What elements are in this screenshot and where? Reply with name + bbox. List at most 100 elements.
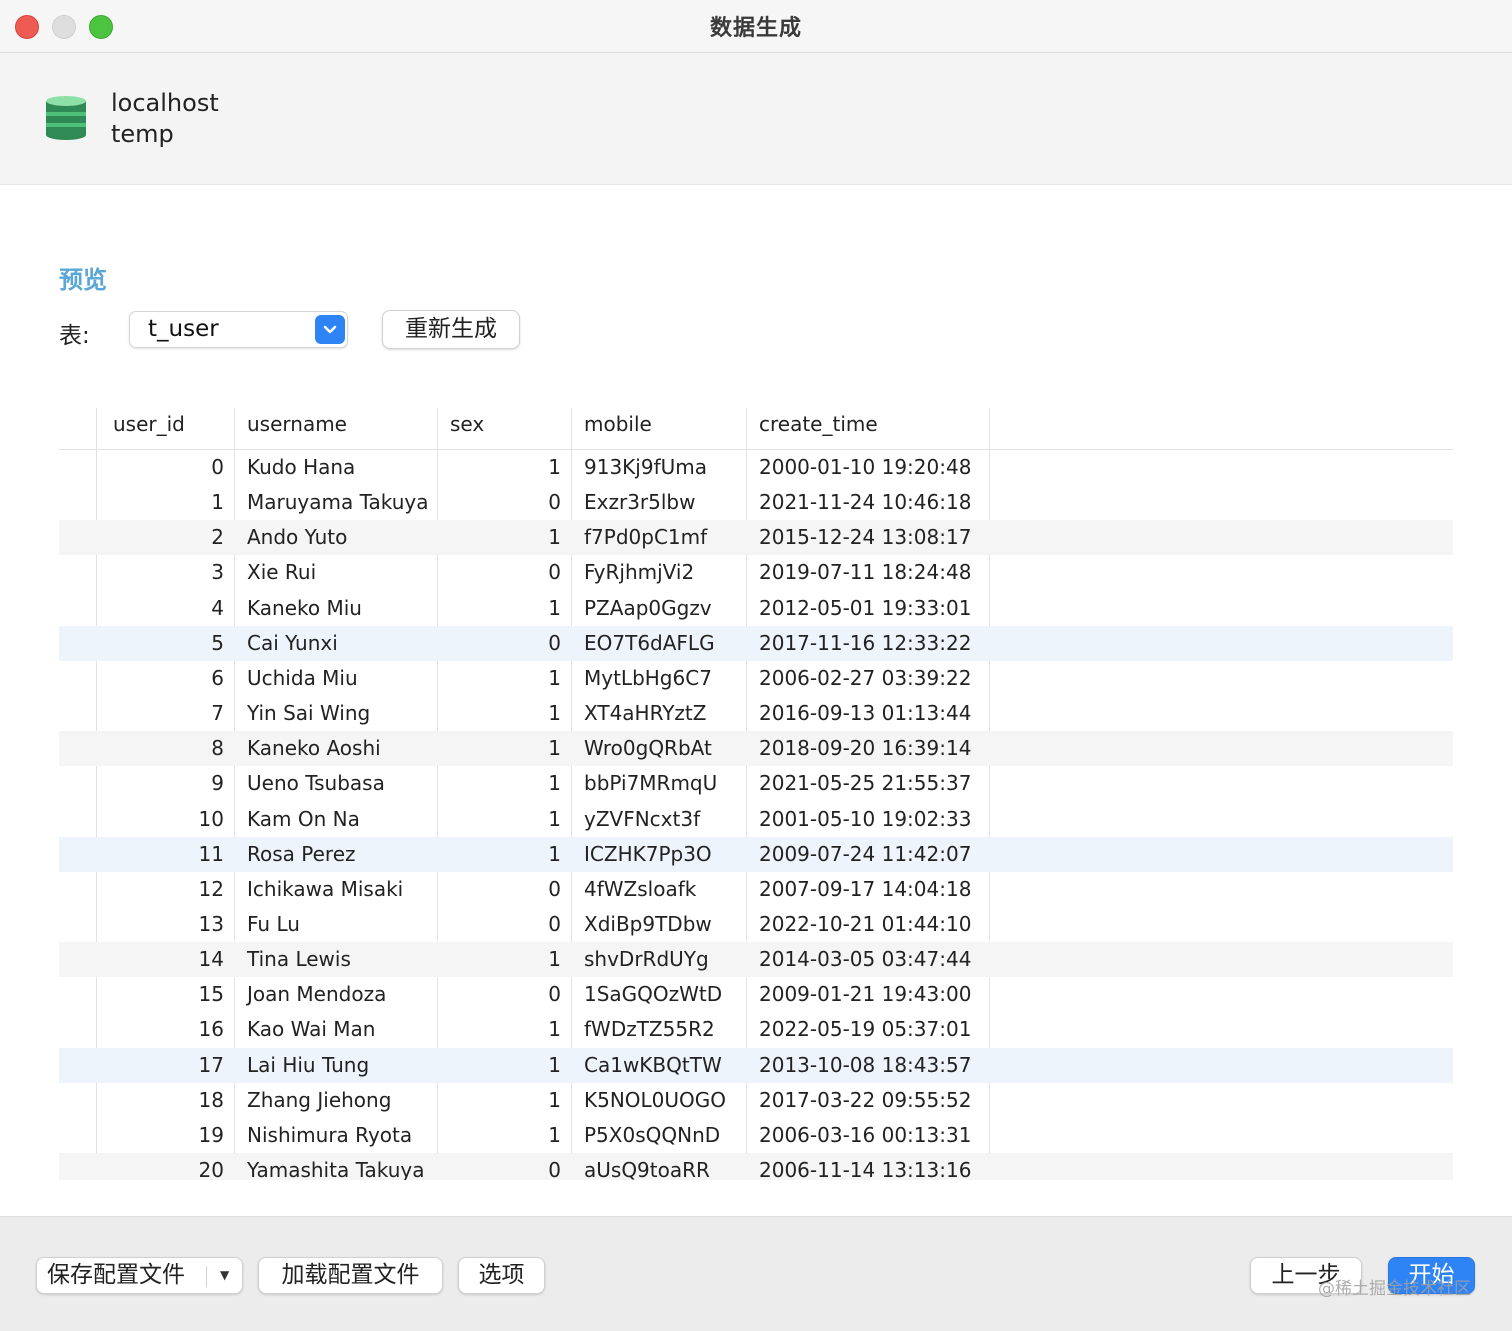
cell-user-id: 12 — [198, 876, 224, 901]
table-row[interactable]: 20 Yamashita Takuya 0 aUsQ9toaRR 2006-11-14 … — [59, 1153, 1453, 1180]
cell-create-time: 2007-09-17 14:04:18 — [759, 876, 972, 901]
cell-user-id: 5 — [211, 630, 224, 655]
database-icon — [45, 95, 87, 145]
table-select-value: t_user — [148, 316, 219, 342]
cell-sex: 1 — [548, 771, 561, 796]
cell-sex: 1 — [548, 701, 561, 726]
table-row[interactable]: 0 Kudo Hana 1 913Kj9fUma 2000-01-10 19:20:48 — [59, 450, 1453, 485]
cell-user-id: 3 — [211, 560, 224, 585]
cell-sex: 0 — [548, 982, 561, 1007]
cell-create-time: 2021-05-25 21:55:37 — [759, 771, 972, 796]
table-row[interactable]: 6 Uchida Miu 1 MytLbHg6C7 2006-02-27 03:39:2… — [59, 661, 1453, 696]
table-row[interactable]: 11 Rosa Perez 1 ICZHK7Pp3O 2009-07-24 11:42:… — [59, 836, 1453, 872]
cell-create-time: 2006-02-27 03:39:22 — [759, 665, 972, 690]
cell-user-id: 19 — [198, 1122, 224, 1147]
cell-user-id: 15 — [198, 982, 224, 1007]
cell-mobile: Wro0gQRbAt — [584, 736, 712, 761]
table-row[interactable]: 1 Maruyama Takuya 0 Exzr3r5lbw 2021-11-24 10… — [59, 485, 1453, 520]
triangle-down-icon[interactable]: ▼ — [220, 1258, 229, 1293]
cell-create-time: 2009-07-24 11:42:07 — [759, 841, 972, 866]
cell-sex: 0 — [548, 1158, 561, 1180]
cell-user-id: 14 — [198, 947, 224, 972]
cell-user-id: 6 — [211, 665, 224, 690]
cell-sex: 1 — [548, 947, 561, 972]
table-row[interactable]: 14 Tina Lewis 1 shvDrRdUYg 2014-03-05 03:47:… — [59, 942, 1453, 978]
options-button[interactable]: 选项 — [458, 1257, 545, 1294]
column-header-sex[interactable]: sex — [450, 412, 484, 436]
cell-sex: 0 — [548, 630, 561, 655]
table-row[interactable]: 18 Zhang Jiehong 1 K5NOL0UOGO 2017-03-22 09:… — [59, 1083, 1453, 1118]
cell-create-time: 2006-03-16 00:13:31 — [759, 1122, 972, 1147]
split-divider — [206, 1266, 207, 1287]
cell-username: Ueno Tsubasa — [247, 771, 385, 796]
cell-mobile: MytLbHg6C7 — [584, 665, 712, 690]
cell-username: Fu Lu — [247, 911, 300, 936]
cell-user-id: 10 — [198, 806, 224, 831]
connection-database: temp — [111, 120, 174, 148]
table-row[interactable]: 4 Kaneko Miu 1 PZAap0Ggzv 2012-05-01 19:33:0… — [59, 591, 1453, 626]
table-row[interactable]: 5 Cai Yunxi 0 EO7T6dAFLG 2017-11-16 12:33:22 — [59, 625, 1453, 661]
table-select[interactable]: t_user — [129, 311, 348, 348]
preview-section-title: 预览 — [59, 266, 107, 294]
table-row[interactable]: 3 Xie Rui 0 FyRjhmjVi2 2019-07-11 18:24:48 — [59, 555, 1453, 590]
cell-sex: 1 — [548, 1122, 561, 1147]
cell-username: Maruyama Takuya — [247, 490, 429, 515]
table-row[interactable]: 12 Ichikawa Misaki 0 4fWZsloafk 2007-09-17 1… — [59, 872, 1453, 907]
cell-user-id: 4 — [211, 595, 224, 620]
cell-sex: 0 — [548, 560, 561, 585]
cell-username: Zhang Jiehong — [247, 1087, 392, 1112]
save-profile-button[interactable]: 保存配置文件 ▼ — [36, 1257, 243, 1294]
column-header-username[interactable]: username — [247, 412, 347, 436]
cell-user-id: 11 — [198, 841, 224, 866]
cell-sex: 1 — [548, 455, 561, 479]
regenerate-button[interactable]: 重新生成 — [382, 310, 520, 349]
cell-username: Yin Sai Wing — [247, 701, 371, 726]
table-row[interactable]: 15 Joan Mendoza 0 1SaGQOzWtD 2009-01-21 19:4… — [59, 977, 1453, 1012]
cell-sex: 1 — [548, 1052, 561, 1077]
table-row[interactable]: 17 Lai Hiu Tung 1 Ca1wKBQtTW 2013-10-08 18:4… — [59, 1047, 1453, 1083]
cell-user-id: 8 — [211, 736, 224, 761]
table-row[interactable]: 13 Fu Lu 0 XdiBp9TDbw 2022-10-21 01:44:10 — [59, 907, 1453, 942]
load-profile-button[interactable]: 加载配置文件 — [258, 1257, 443, 1294]
table-row[interactable]: 7 Yin Sai Wing 1 XT4aHRYztZ 2016-09-13 01:13… — [59, 696, 1453, 731]
cell-sex: 1 — [548, 595, 561, 620]
table-row[interactable]: 19 Nishimura Ryota 1 P5X0sQQNnD 2006-03-16 0… — [59, 1118, 1453, 1153]
cell-sex: 1 — [548, 525, 561, 550]
cell-create-time: 2019-07-11 18:24:48 — [759, 560, 972, 585]
table-row[interactable]: 2 Ando Yuto 1 f7Pd0pC1mf 2015-12-24 13:08:17 — [59, 520, 1453, 556]
cell-sex: 1 — [548, 665, 561, 690]
cell-create-time: 2014-03-05 03:47:44 — [759, 947, 972, 972]
cell-mobile: FyRjhmjVi2 — [584, 560, 695, 585]
cell-mobile: aUsQ9toaRR — [584, 1158, 710, 1180]
cell-user-id: 18 — [198, 1087, 224, 1112]
cell-create-time: 2009-01-21 19:43:00 — [759, 982, 972, 1007]
cell-create-time: 2022-10-21 01:44:10 — [759, 911, 972, 936]
watermark: @稀土掘金技术社区 — [1318, 1279, 1471, 1299]
table-row[interactable]: 10 Kam On Na 1 yZVFNcxt3f 2001-05-10 19:02:3… — [59, 802, 1453, 837]
column-header-user-id[interactable]: user_id — [113, 412, 185, 436]
cell-user-id: 2 — [211, 525, 224, 550]
cell-mobile: bbPi7MRmqU — [584, 771, 718, 796]
cell-mobile: PZAap0Ggzv — [584, 595, 712, 620]
cell-sex: 1 — [548, 1017, 561, 1042]
connection-host: localhost — [111, 89, 219, 117]
table-row[interactable]: 8 Kaneko Aoshi 1 Wro0gQRbAt 2018-09-20 16:39… — [59, 731, 1453, 767]
table-row[interactable]: 16 Kao Wai Man 1 fWDzTZ55R2 2022-05-19 05:37… — [59, 1012, 1453, 1047]
table-label: 表: — [59, 323, 90, 349]
cell-mobile: Ca1wKBQtTW — [584, 1052, 722, 1077]
preview-table[interactable]: user_id username sex mobile create_time … — [59, 400, 1453, 1180]
cell-username: Kam On Na — [247, 806, 360, 831]
column-header-mobile[interactable]: mobile — [584, 412, 652, 436]
table-row[interactable]: 9 Ueno Tsubasa 1 bbPi7MRmqU 2021-05-25 21:55… — [59, 766, 1453, 801]
cell-mobile: P5X0sQQNnD — [584, 1122, 721, 1147]
cell-sex: 0 — [548, 911, 561, 936]
cell-username: Nishimura Ryota — [247, 1122, 413, 1147]
cell-create-time: 2018-09-20 16:39:14 — [759, 736, 972, 761]
cell-username: Kudo Hana — [247, 455, 356, 479]
column-header-create-time[interactable]: create_time — [759, 412, 878, 436]
cell-user-id: 1 — [211, 490, 224, 515]
cell-create-time: 2017-11-16 12:33:22 — [759, 630, 972, 655]
cell-sex: 0 — [548, 876, 561, 901]
chevron-down-icon — [315, 315, 345, 344]
cell-mobile: f7Pd0pC1mf — [584, 525, 708, 550]
